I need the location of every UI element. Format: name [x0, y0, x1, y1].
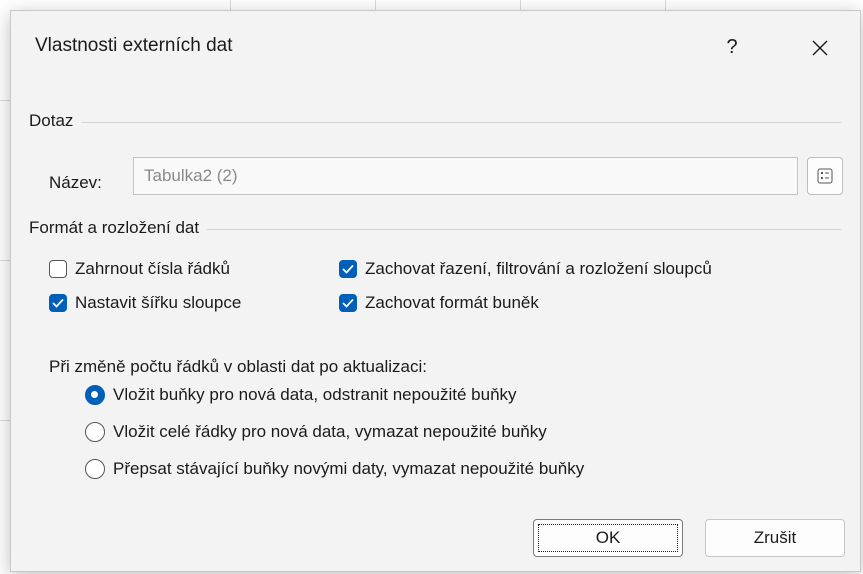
preserve-sort-filter-layout-checkbox[interactable]: Zachovat řazení, filtrování a rozložení …	[339, 259, 712, 279]
checkmark-icon	[342, 264, 354, 274]
cancel-button[interactable]: Zrušit	[705, 519, 845, 557]
adjust-column-width-checkbox[interactable]: Nastavit šířku sloupce	[49, 293, 241, 313]
grid-line	[230, 0, 231, 10]
checkmark-icon	[52, 298, 64, 308]
checkbox-unchecked[interactable]	[49, 260, 67, 278]
name-label: Název:	[49, 173, 102, 192]
dialog-titlebar[interactable]: Vlastnosti externích dat ?	[11, 11, 860, 83]
group-divider	[29, 122, 841, 123]
overwrite-cells-radio[interactable]: Přepsat stávající buňky novými daty, vym…	[85, 459, 584, 479]
checkbox-label: Zahrnout čísla řádků	[75, 259, 230, 278]
close-button[interactable]	[797, 27, 843, 67]
name-field[interactable]: Tabulka2 (2)	[133, 157, 798, 195]
query-edit-button[interactable]	[807, 157, 843, 195]
checkbox-checked[interactable]	[339, 294, 357, 312]
radio-selected[interactable]	[85, 385, 105, 405]
checkbox-checked[interactable]	[49, 294, 67, 312]
insert-rows-radio[interactable]: Vložit celé řádky pro nová data, vymazat…	[85, 422, 547, 442]
refresh-behavior-question: Při změně počtu řádků v oblasti dat po a…	[49, 357, 427, 376]
grid-line	[375, 0, 376, 10]
checkbox-label: Zachovat řazení, filtrování a rozložení …	[365, 259, 712, 278]
insert-cells-radio[interactable]: Vložit buňky pro nová data, odstranit ne…	[85, 385, 517, 405]
focus-rectangle	[538, 524, 678, 552]
radio-unselected[interactable]	[85, 459, 105, 479]
checkbox-label: Nastavit šířku sloupce	[75, 293, 242, 312]
query-group-label: Dotaz	[29, 111, 82, 131]
radio-label: Vložit buňky pro nová data, odstranit ne…	[113, 385, 517, 404]
radio-unselected[interactable]	[85, 422, 105, 442]
close-icon	[812, 40, 828, 56]
help-button[interactable]: ?	[709, 27, 755, 67]
preserve-cell-format-checkbox[interactable]: Zachovat formát buněk	[339, 293, 539, 313]
radio-label: Přepsat stávající buňky novými daty, vym…	[113, 459, 585, 478]
list-icon	[817, 168, 833, 184]
checkbox-label: Zachovat formát buněk	[365, 293, 539, 312]
ok-button[interactable]: OK	[533, 519, 683, 557]
external-data-properties-dialog: Vlastnosti externích dat ? Dotaz Název: …	[10, 10, 861, 572]
checkmark-icon	[342, 298, 354, 308]
format-group-label: Formát a rozložení dat	[29, 218, 208, 238]
dialog-title: Vlastnosti externích dat	[35, 35, 233, 56]
grid-line	[665, 0, 666, 10]
grid-line	[520, 0, 521, 10]
radio-label: Vložit celé řádky pro nová data, vymazat…	[113, 422, 547, 441]
include-row-numbers-checkbox[interactable]: Zahrnout čísla řádků	[49, 259, 230, 279]
checkbox-checked[interactable]	[339, 260, 357, 278]
